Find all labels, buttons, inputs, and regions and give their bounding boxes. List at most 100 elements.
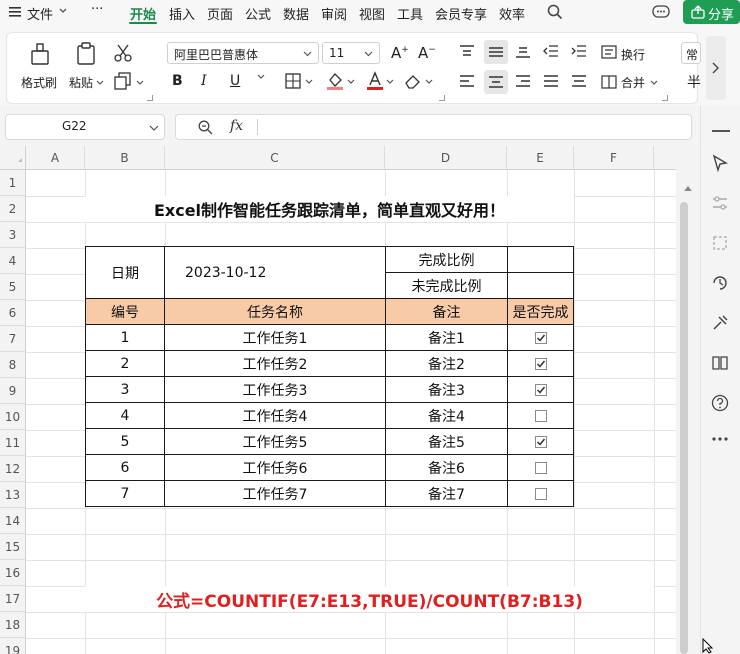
undone-ratio-label-cell[interactable]: 未完成比例	[385, 272, 508, 299]
task-done-cell[interactable]	[507, 402, 574, 429]
undone-ratio-value-cell[interactable]	[507, 272, 574, 299]
task-note-cell[interactable]: 备注4	[385, 402, 508, 429]
paste-icon[interactable]	[75, 42, 97, 66]
chevron-down-icon[interactable]	[650, 80, 658, 86]
copy-icon[interactable]	[114, 72, 132, 90]
row-header[interactable]: 12	[0, 456, 26, 482]
done-ratio-value-cell[interactable]	[507, 246, 574, 273]
column-header-e[interactable]: E	[507, 146, 574, 170]
tab-home[interactable]: 开始	[130, 4, 156, 23]
spreadsheet-grid[interactable]: A B C D E F 1 2 3 4 5 6 7 8 9 10 11 12 1…	[0, 146, 676, 654]
task-name-cell[interactable]: 工作任务1	[164, 324, 386, 351]
font-size-select[interactable]: 11	[322, 42, 380, 64]
tab-view[interactable]: 视图	[359, 4, 385, 23]
tab-efficiency[interactable]: 效率	[499, 4, 525, 23]
task-id-cell[interactable]: 4	[85, 402, 165, 429]
task-note-cell[interactable]: 备注1	[385, 324, 508, 351]
task-name-cell[interactable]: 工作任务4	[164, 402, 386, 429]
help-icon[interactable]	[711, 394, 729, 412]
task-done-cell[interactable]	[507, 454, 574, 481]
task-checkbox[interactable]	[534, 383, 547, 396]
done-ratio-label-cell[interactable]: 完成比例	[385, 246, 508, 273]
format-painter-icon[interactable]	[29, 42, 51, 66]
row-header[interactable]: 14	[0, 508, 26, 534]
header-id[interactable]: 编号	[85, 298, 165, 325]
fill-color-icon[interactable]	[326, 71, 344, 91]
chevron-down-icon[interactable]	[386, 79, 394, 85]
task-done-cell[interactable]	[507, 324, 574, 351]
properties-icon[interactable]	[711, 194, 729, 212]
align-top-icon[interactable]	[459, 45, 475, 59]
backup-icon[interactable]	[711, 274, 729, 292]
tools-icon[interactable]	[711, 314, 729, 332]
task-done-cell[interactable]	[507, 376, 574, 403]
task-id-cell[interactable]: 3	[85, 376, 165, 403]
task-note-cell[interactable]: 备注5	[385, 428, 508, 455]
task-checkbox[interactable]	[534, 435, 547, 448]
align-right-icon[interactable]	[515, 75, 531, 89]
task-id-cell[interactable]: 1	[85, 324, 165, 351]
task-name-cell[interactable]: 工作任务7	[164, 480, 386, 507]
row-header[interactable]: 7	[0, 326, 26, 352]
task-done-cell[interactable]	[507, 480, 574, 507]
header-task-name[interactable]: 任务名称	[164, 298, 386, 325]
transform-icon[interactable]	[711, 234, 729, 252]
row-header[interactable]: 19	[0, 638, 26, 654]
align-middle-button[interactable]	[484, 40, 508, 64]
row-header[interactable]: 5	[0, 274, 26, 300]
dialog-launcher-icon[interactable]	[662, 95, 668, 101]
currency-icon[interactable]: 半	[687, 72, 701, 92]
row-header[interactable]: 11	[0, 430, 26, 456]
column-header-c[interactable]: C	[165, 146, 385, 170]
task-note-cell[interactable]: 备注3	[385, 376, 508, 403]
row-header[interactable]: 18	[0, 612, 26, 638]
date-value-cell[interactable]: 2023-10-12	[164, 246, 386, 299]
reader-icon[interactable]	[711, 354, 729, 372]
select-cursor-icon[interactable]	[711, 154, 729, 172]
formula-note[interactable]: 公式=COUNTIF(E7:E13,TRUE)/COUNT(B7:B13)	[85, 586, 654, 612]
wrap-text-label[interactable]: 换行	[621, 46, 645, 63]
task-id-cell[interactable]: 2	[85, 350, 165, 377]
borders-icon[interactable]	[285, 73, 301, 89]
task-note-cell[interactable]: 备注7	[385, 480, 508, 507]
tab-page[interactable]: 页面	[207, 4, 233, 23]
increase-font-icon[interactable]: A+	[391, 44, 409, 62]
tab-data[interactable]: 数据	[283, 4, 309, 23]
task-checkbox[interactable]	[534, 461, 547, 474]
italic-button[interactable]: I	[201, 73, 207, 89]
row-header[interactable]: 2	[0, 196, 26, 222]
chevron-down-icon[interactable]	[136, 80, 144, 86]
task-note-cell[interactable]: 备注2	[385, 350, 508, 377]
row-header[interactable]: 1	[0, 170, 26, 196]
task-note-cell[interactable]: 备注6	[385, 454, 508, 481]
formula-input[interactable]: fx	[175, 114, 692, 140]
column-header-g[interactable]	[654, 146, 676, 170]
row-header[interactable]: 9	[0, 378, 26, 404]
chat-icon[interactable]	[652, 4, 670, 20]
fx-icon[interactable]: fx	[230, 118, 243, 134]
column-header-b[interactable]: B	[85, 146, 165, 170]
task-id-cell[interactable]: 7	[85, 480, 165, 507]
chevron-down-icon[interactable]	[425, 79, 433, 85]
tab-member[interactable]: 会员专享	[435, 4, 487, 23]
row-header[interactable]: 4	[0, 248, 26, 274]
row-header[interactable]: 17	[0, 586, 26, 612]
justify-icon[interactable]	[543, 75, 559, 89]
task-name-cell[interactable]: 工作任务5	[164, 428, 386, 455]
task-id-cell[interactable]: 6	[85, 454, 165, 481]
name-box[interactable]: G22	[5, 114, 165, 140]
tab-tools[interactable]: 工具	[397, 4, 423, 23]
chevron-down-icon[interactable]	[59, 8, 67, 14]
column-header-f[interactable]: F	[574, 146, 654, 170]
tab-review[interactable]: 审阅	[321, 4, 347, 23]
menu-icon[interactable]	[8, 5, 22, 19]
bold-button[interactable]: B	[172, 73, 183, 89]
column-header-d[interactable]: D	[385, 146, 507, 170]
chevron-down-icon[interactable]	[305, 79, 313, 85]
tab-formula[interactable]: 公式	[245, 4, 271, 23]
font-color-icon[interactable]	[366, 71, 384, 91]
header-note[interactable]: 备注	[385, 298, 508, 325]
underline-button[interactable]: U	[230, 73, 240, 89]
eraser-icon[interactable]	[404, 73, 422, 89]
decrease-indent-icon[interactable]	[543, 45, 559, 59]
